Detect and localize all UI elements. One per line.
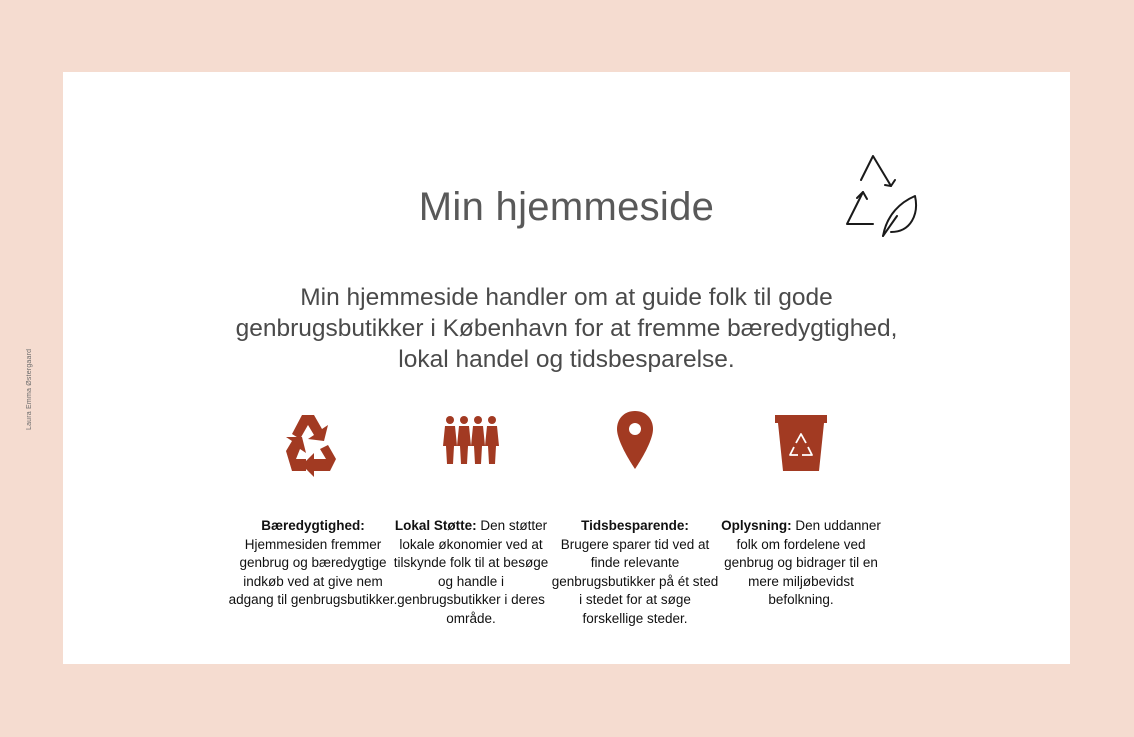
intro-text: Min hjemmeside handler om at guide folk … [143, 282, 990, 375]
feature-heading: Oplysning: [721, 518, 792, 533]
feature-list: Bæredygtighed: Hjemmesiden fremmer genbr… [227, 407, 907, 647]
intro-line: lokal handel og tidsbesparelse. [398, 346, 735, 373]
feature-heading: Lokal Støtte: [394, 518, 477, 533]
author-name: Laura Emma Østergaard [26, 348, 33, 430]
slide: Min hjemmeside Min hjemmeside handler om… [63, 72, 1070, 664]
intro-line: genbrugsbutikker i København for at frem… [235, 315, 898, 342]
feature-body: Den støtter lokale økonomier ved at tils… [393, 518, 549, 626]
people-group-icon [443, 416, 499, 464]
feature-body: Brugere sparer tid ved at finde relevant… [551, 536, 719, 626]
recycle-bin-icon [775, 415, 827, 471]
intro-line: Min hjemmeside handler om at guide folk … [300, 284, 833, 311]
feature-time-saving: Tidsbesparende: Brugere sparer tid ved a… [549, 407, 721, 628]
feature-information: Oplysning: Den uddanner folk om fordelen… [715, 407, 887, 610]
feature-body: Hjemmesiden fremmer genbrug og bæredygti… [228, 536, 398, 608]
feature-heading: Tidsbesparende: [581, 518, 689, 533]
recycle-leaf-icon [846, 155, 917, 237]
recycle-icon [286, 415, 336, 477]
map-pin-icon [617, 411, 653, 469]
feature-local-support: Lokal Støtte: Den støtter lokale økonomi… [385, 407, 557, 628]
feature-sustainability: Bæredygtighed: Hjemmesiden fremmer genbr… [227, 407, 399, 610]
feature-heading: Bæredygtighed: [261, 518, 365, 533]
